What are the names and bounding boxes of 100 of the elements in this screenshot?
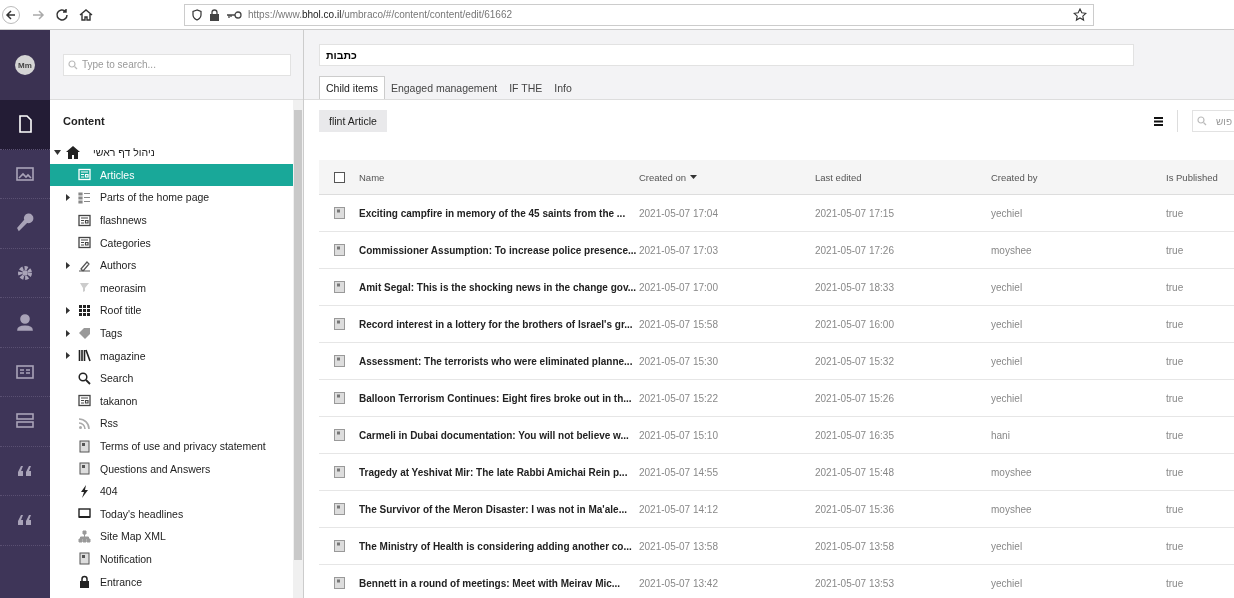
table-cell-text: true bbox=[1166, 577, 1185, 589]
table-cell-text: 2021-05-07 15:58 bbox=[639, 318, 719, 330]
tree-item-row[interactable]: Tags bbox=[50, 321, 293, 345]
document-icon bbox=[333, 466, 345, 478]
bolt-icon bbox=[78, 484, 91, 498]
tab[interactable]: Engaged management bbox=[384, 77, 504, 99]
tree-item-row[interactable]: Questions and Answers bbox=[50, 457, 293, 480]
document-icon bbox=[333, 429, 345, 441]
address-bar[interactable]: https://www.bhol.co.il/umbraco/#/content/content/edit/61662 bbox=[184, 3, 1094, 26]
table-cell-text: 2021-05-07 13:53 bbox=[815, 577, 895, 589]
table-cell-text: yechiel bbox=[991, 281, 1024, 293]
tree-item-row[interactable]: 404 bbox=[50, 479, 293, 503]
newspaper-icon bbox=[78, 213, 91, 227]
table-cell-text: true bbox=[1166, 281, 1185, 293]
monitor-icon bbox=[78, 507, 91, 521]
tree-item-label: Articles bbox=[100, 168, 135, 181]
newspaper-icon bbox=[78, 394, 91, 408]
tree-item-label: Notification bbox=[100, 553, 152, 565]
document-icon bbox=[333, 540, 345, 552]
column-header[interactable]: Created on bbox=[639, 171, 815, 183]
table-cell-text: 2021-05-07 15:22 bbox=[639, 392, 719, 404]
column-header[interactable]: Last edited bbox=[815, 171, 991, 183]
tab[interactable]: IF THE bbox=[503, 77, 549, 99]
create-button[interactable]: flint Article bbox=[319, 110, 387, 132]
expand-caret-icon[interactable] bbox=[66, 306, 70, 314]
table-cell-text: The Survivor of the Meron Disaster: I was not in Ma'ale... bbox=[359, 503, 628, 515]
tree-item-row[interactable]: flashnews bbox=[50, 208, 293, 232]
table-cell-text: 2021-05-07 14:12 bbox=[639, 503, 719, 515]
expand-caret-icon[interactable] bbox=[66, 352, 70, 360]
table-cell-text: moyshee bbox=[991, 466, 1033, 478]
sitemap-icon bbox=[78, 529, 91, 543]
tag-icon bbox=[78, 326, 91, 340]
shield-icon bbox=[191, 8, 203, 21]
tree-item-row[interactable]: Authors bbox=[50, 253, 293, 277]
table-cell-text: true bbox=[1166, 503, 1185, 515]
tree-item-row[interactable]: Search bbox=[50, 366, 293, 390]
tree-item-row[interactable]: Rss bbox=[50, 412, 293, 435]
tab[interactable]: Child items bbox=[319, 76, 385, 99]
tree-item-row[interactable]: takanon bbox=[50, 389, 293, 413]
table-cell-text: 2021-05-07 18:33 bbox=[815, 281, 895, 293]
column-header[interactable]: Name bbox=[359, 171, 639, 183]
table-cell-text: true bbox=[1166, 244, 1185, 256]
tree-item-row[interactable]: Today's headlines bbox=[50, 502, 293, 526]
person-icon bbox=[15, 312, 35, 333]
document-icon bbox=[333, 503, 345, 515]
table-cell-text: true bbox=[1166, 540, 1185, 552]
doc-icon bbox=[78, 552, 91, 566]
tree-item-row[interactable]: Parts of the home page bbox=[50, 186, 293, 209]
table-cell-text: 2021-05-07 17:15 bbox=[815, 207, 895, 219]
tree-item-label: Entrance bbox=[100, 575, 143, 588]
expand-caret-icon[interactable] bbox=[66, 329, 70, 337]
list-view-icon[interactable] bbox=[1154, 116, 1163, 126]
node-name-field[interactable]: כתבות bbox=[319, 44, 1134, 66]
tree-item-row[interactable]: Site Map XML bbox=[50, 525, 293, 548]
list-search-field[interactable]: פוש bbox=[1192, 110, 1234, 132]
tree-item-label: Tags bbox=[100, 327, 123, 340]
expand-caret-icon[interactable] bbox=[54, 149, 62, 155]
tree-item-row[interactable]: Terms of use and privacy statement bbox=[50, 434, 293, 458]
tree-item[interactable]: ניהול דף ראשי bbox=[93, 146, 155, 159]
table-cell-text: 2021-05-07 16:00 bbox=[815, 318, 895, 330]
table-cell-text: true bbox=[1166, 466, 1185, 478]
table-cell-text: yechiel bbox=[991, 318, 1024, 330]
search-icon bbox=[1197, 116, 1207, 126]
sort-caret-icon bbox=[690, 175, 697, 179]
table-cell-text: 2021-05-07 13:58 bbox=[815, 540, 895, 552]
tree-item-label: 404 bbox=[100, 485, 118, 498]
home-icon[interactable] bbox=[78, 6, 94, 23]
column-header[interactable]: Is Published bbox=[1166, 171, 1234, 183]
tree-item-label: Parts of the home page bbox=[100, 191, 210, 204]
tree-item-row[interactable]: meorasim bbox=[50, 276, 293, 300]
table-cell-text: 2021-05-07 15:48 bbox=[815, 466, 895, 478]
user-avatar[interactable]: Mm bbox=[15, 55, 35, 75]
section-button[interactable] bbox=[0, 100, 50, 150]
tree-search-field[interactable]: Type to search... bbox=[63, 53, 291, 76]
search-icon bbox=[78, 371, 91, 385]
bookmark-star-icon[interactable] bbox=[1073, 7, 1087, 22]
tree-item-row[interactable]: Notification bbox=[50, 547, 293, 571]
table-cell-text: 2021-05-07 17:03 bbox=[639, 244, 719, 256]
tree-item-row[interactable]: Entrance bbox=[50, 570, 293, 593]
tree-item-row[interactable]: magazine bbox=[50, 344, 293, 367]
tree-item-row[interactable]: Roof title bbox=[50, 299, 293, 322]
tab[interactable]: Info bbox=[548, 77, 578, 99]
table-cell-text: 2021-05-07 17:26 bbox=[815, 244, 895, 256]
expand-caret-icon[interactable] bbox=[66, 261, 70, 269]
table-cell-text: true bbox=[1166, 392, 1185, 404]
expand-caret-icon[interactable] bbox=[66, 194, 70, 201]
back-icon[interactable] bbox=[2, 5, 20, 24]
newspaper-icon bbox=[78, 236, 91, 250]
column-header[interactable]: Created by bbox=[991, 171, 1166, 183]
tree-item-label: Authors bbox=[100, 259, 137, 272]
select-all-checkbox[interactable] bbox=[333, 171, 345, 183]
table-cell-text: 2021-05-07 15:32 bbox=[815, 355, 895, 367]
tree-item-label: Rss bbox=[100, 417, 119, 430]
scrollbar[interactable] bbox=[293, 100, 303, 598]
tree-item-label: Questions and Answers bbox=[100, 462, 211, 475]
table-cell-text: 2021-05-07 15:10 bbox=[639, 429, 719, 441]
tree-item-label: meorasim bbox=[100, 281, 147, 294]
reload-icon[interactable] bbox=[54, 6, 70, 23]
tree-item-row[interactable]: Categories bbox=[50, 231, 293, 254]
search-icon bbox=[68, 59, 78, 70]
